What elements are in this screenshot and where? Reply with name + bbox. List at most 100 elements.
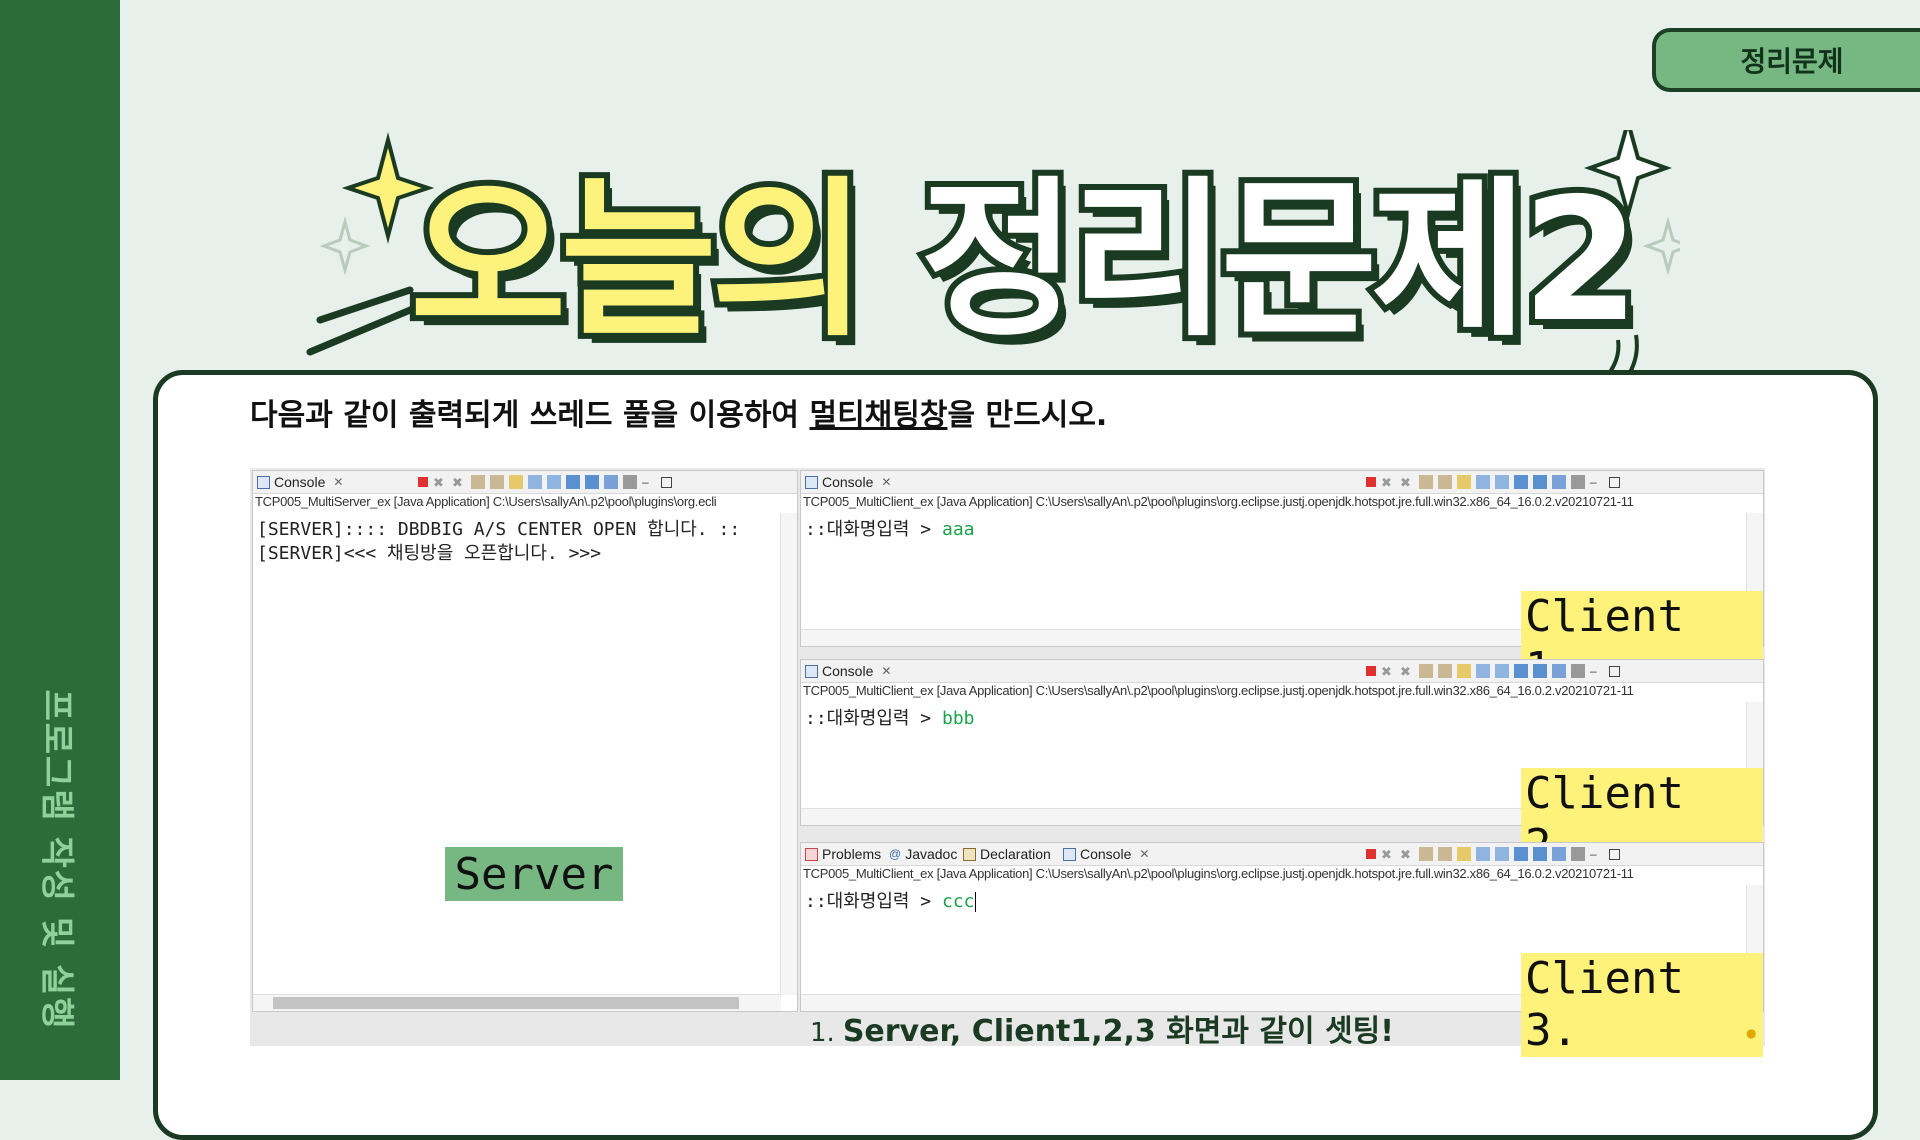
tab-label: Problems [822, 846, 882, 862]
console-line: ::대화명입력 > aaa [805, 515, 975, 541]
title-part-2: 정리문제2 [914, 156, 1646, 366]
terminate-icon[interactable] [1366, 849, 1376, 859]
tab-console[interactable]: Console ✕ [1063, 846, 1149, 862]
tab-problems[interactable]: Problems [805, 846, 881, 862]
close-icon[interactable]: ✕ [1139, 847, 1149, 861]
remove-launch-icon[interactable]: ✖ [433, 475, 447, 490]
scroll-lock-icon[interactable] [1438, 475, 1452, 489]
tab-label: Console [822, 474, 874, 490]
sparkle-small-icon [1642, 216, 1680, 276]
client3-label: Client 3. [1521, 953, 1763, 1057]
tab-label: Console [1080, 846, 1132, 862]
pin-console-icon[interactable] [1514, 664, 1528, 678]
note-text: Server, Client1,2,3 화면과 같이 셋팅! [842, 1014, 1394, 1049]
display-console-icon[interactable] [1533, 847, 1547, 861]
tab-console[interactable]: Console ✕ [257, 474, 343, 490]
instruction-underlined: 멀티채팅창 [809, 398, 948, 433]
instruction-part: 다음과 같이 출력되게 쓰레드 풀을 이용하여 [250, 398, 810, 433]
remove-all-icon[interactable]: ✖ [1400, 847, 1414, 862]
show-on-output-icon[interactable] [1476, 664, 1490, 678]
show-on-error-icon[interactable] [1495, 664, 1509, 678]
settings-icon[interactable] [1571, 847, 1585, 861]
remove-all-icon[interactable]: ✖ [1400, 475, 1414, 490]
close-icon[interactable]: ✕ [881, 664, 891, 678]
settings-icon[interactable] [623, 475, 637, 489]
settings-icon[interactable] [1571, 475, 1585, 489]
show-on-output-icon[interactable] [528, 475, 542, 489]
scroll-lock-icon[interactable] [490, 475, 504, 489]
launch-path: TCP005_MultiClient_ex [Java Application]… [803, 494, 1634, 509]
tab-declaration[interactable]: Declaration [963, 846, 1051, 862]
console-icon [257, 475, 270, 489]
minimize-icon[interactable]: – [1590, 847, 1604, 861]
javadoc-icon: @ [889, 847, 902, 861]
problems-icon [805, 847, 818, 861]
clear-console-icon[interactable] [1419, 475, 1433, 489]
minimize-icon[interactable]: – [1590, 664, 1604, 678]
display-console-icon[interactable] [1533, 664, 1547, 678]
display-console-icon[interactable] [1533, 475, 1547, 489]
sparkle-small-icon [319, 216, 371, 276]
section-tag: 정리문제 [1652, 28, 1920, 92]
terminate-icon[interactable] [1366, 477, 1376, 487]
terminate-icon[interactable] [418, 477, 428, 487]
word-wrap-icon[interactable] [1457, 664, 1471, 678]
console-line[interactable]: ::대화명입력 > ccc [805, 887, 976, 913]
maximize-icon[interactable] [661, 476, 672, 488]
word-wrap-icon[interactable] [509, 475, 523, 489]
minimize-icon[interactable]: – [642, 475, 656, 489]
horizontal-scrollbar[interactable] [253, 994, 781, 1011]
show-on-error-icon[interactable] [1495, 847, 1509, 861]
show-on-error-icon[interactable] [547, 475, 561, 489]
open-console-icon[interactable] [604, 475, 618, 489]
open-console-icon[interactable] [1552, 664, 1566, 678]
remove-launch-icon[interactable]: ✖ [1381, 475, 1395, 490]
client2-tabbar: Console ✕ ✖ ✖ – [801, 660, 1763, 683]
server-label: Server [445, 847, 623, 901]
pin-console-icon[interactable] [1514, 847, 1528, 861]
tab-label: Console [274, 474, 326, 490]
scrollbar-thumb[interactable] [273, 997, 739, 1009]
remove-launch-icon[interactable]: ✖ [1381, 664, 1395, 679]
settings-icon[interactable] [1571, 664, 1585, 678]
word-wrap-icon[interactable] [1457, 847, 1471, 861]
server-console-pane: Console ✕ ✖ ✖ – TCP005_MultiServer_ex [J… [252, 470, 798, 1012]
tab-label: Javadoc [905, 846, 958, 862]
show-on-error-icon[interactable] [1495, 475, 1509, 489]
console-toolbar: ✖ ✖ – [1366, 847, 1620, 862]
vertical-scrollbar[interactable] [780, 513, 797, 995]
remove-all-icon[interactable]: ✖ [452, 475, 466, 490]
tab-label: Declaration [980, 846, 1051, 862]
tab-javadoc[interactable]: @ Javadoc [889, 846, 957, 862]
instruction-text: 다음과 같이 출력되게 쓰레드 풀을 이용하여 멀티채팅창을 만드시오. [250, 390, 1107, 434]
word-wrap-icon[interactable] [1457, 475, 1471, 489]
console-icon [805, 664, 818, 678]
close-icon[interactable]: ✕ [333, 475, 343, 489]
scroll-lock-icon[interactable] [1438, 664, 1452, 678]
maximize-icon[interactable] [1609, 665, 1620, 677]
tab-console[interactable]: Console ✕ [805, 474, 891, 490]
close-icon[interactable]: ✕ [881, 475, 891, 489]
maximize-icon[interactable] [1609, 476, 1620, 488]
clear-console-icon[interactable] [1419, 847, 1433, 861]
lightbulb-icon: ● [1746, 1026, 1757, 1040]
open-console-icon[interactable] [1552, 475, 1566, 489]
display-console-icon[interactable] [585, 475, 599, 489]
launch-path: TCP005_MultiServer_ex [Java Application]… [255, 494, 717, 509]
tab-console[interactable]: Console ✕ [805, 663, 891, 679]
remove-launch-icon[interactable]: ✖ [1381, 847, 1395, 862]
terminate-icon[interactable] [1366, 666, 1376, 676]
text-cursor [974, 892, 976, 912]
pin-console-icon[interactable] [566, 475, 580, 489]
open-console-icon[interactable] [1552, 847, 1566, 861]
maximize-icon[interactable] [1609, 848, 1620, 860]
remove-all-icon[interactable]: ✖ [1400, 664, 1414, 679]
show-on-output-icon[interactable] [1476, 475, 1490, 489]
clear-console-icon[interactable] [1419, 664, 1433, 678]
scroll-lock-icon[interactable] [1438, 847, 1452, 861]
minimize-icon[interactable]: – [1590, 475, 1604, 489]
show-on-output-icon[interactable] [1476, 847, 1490, 861]
pin-console-icon[interactable] [1514, 475, 1528, 489]
sidebar-label: 프로그램 작성 및 실행 [36, 689, 77, 1031]
clear-console-icon[interactable] [471, 475, 485, 489]
